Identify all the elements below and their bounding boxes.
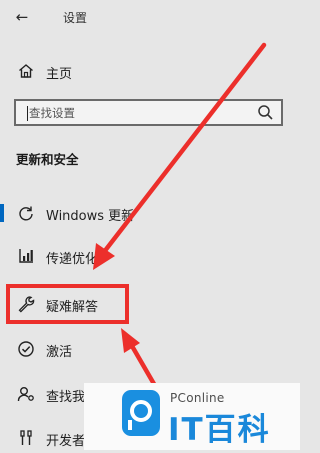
pconline-logo-icon — [122, 390, 160, 436]
watermark-brand: PConline — [170, 391, 225, 405]
annotation-arrow-down — [93, 42, 267, 270]
watermark-name: IT百科 — [168, 412, 271, 448]
watermark: PConline IT百科 — [84, 383, 300, 450]
